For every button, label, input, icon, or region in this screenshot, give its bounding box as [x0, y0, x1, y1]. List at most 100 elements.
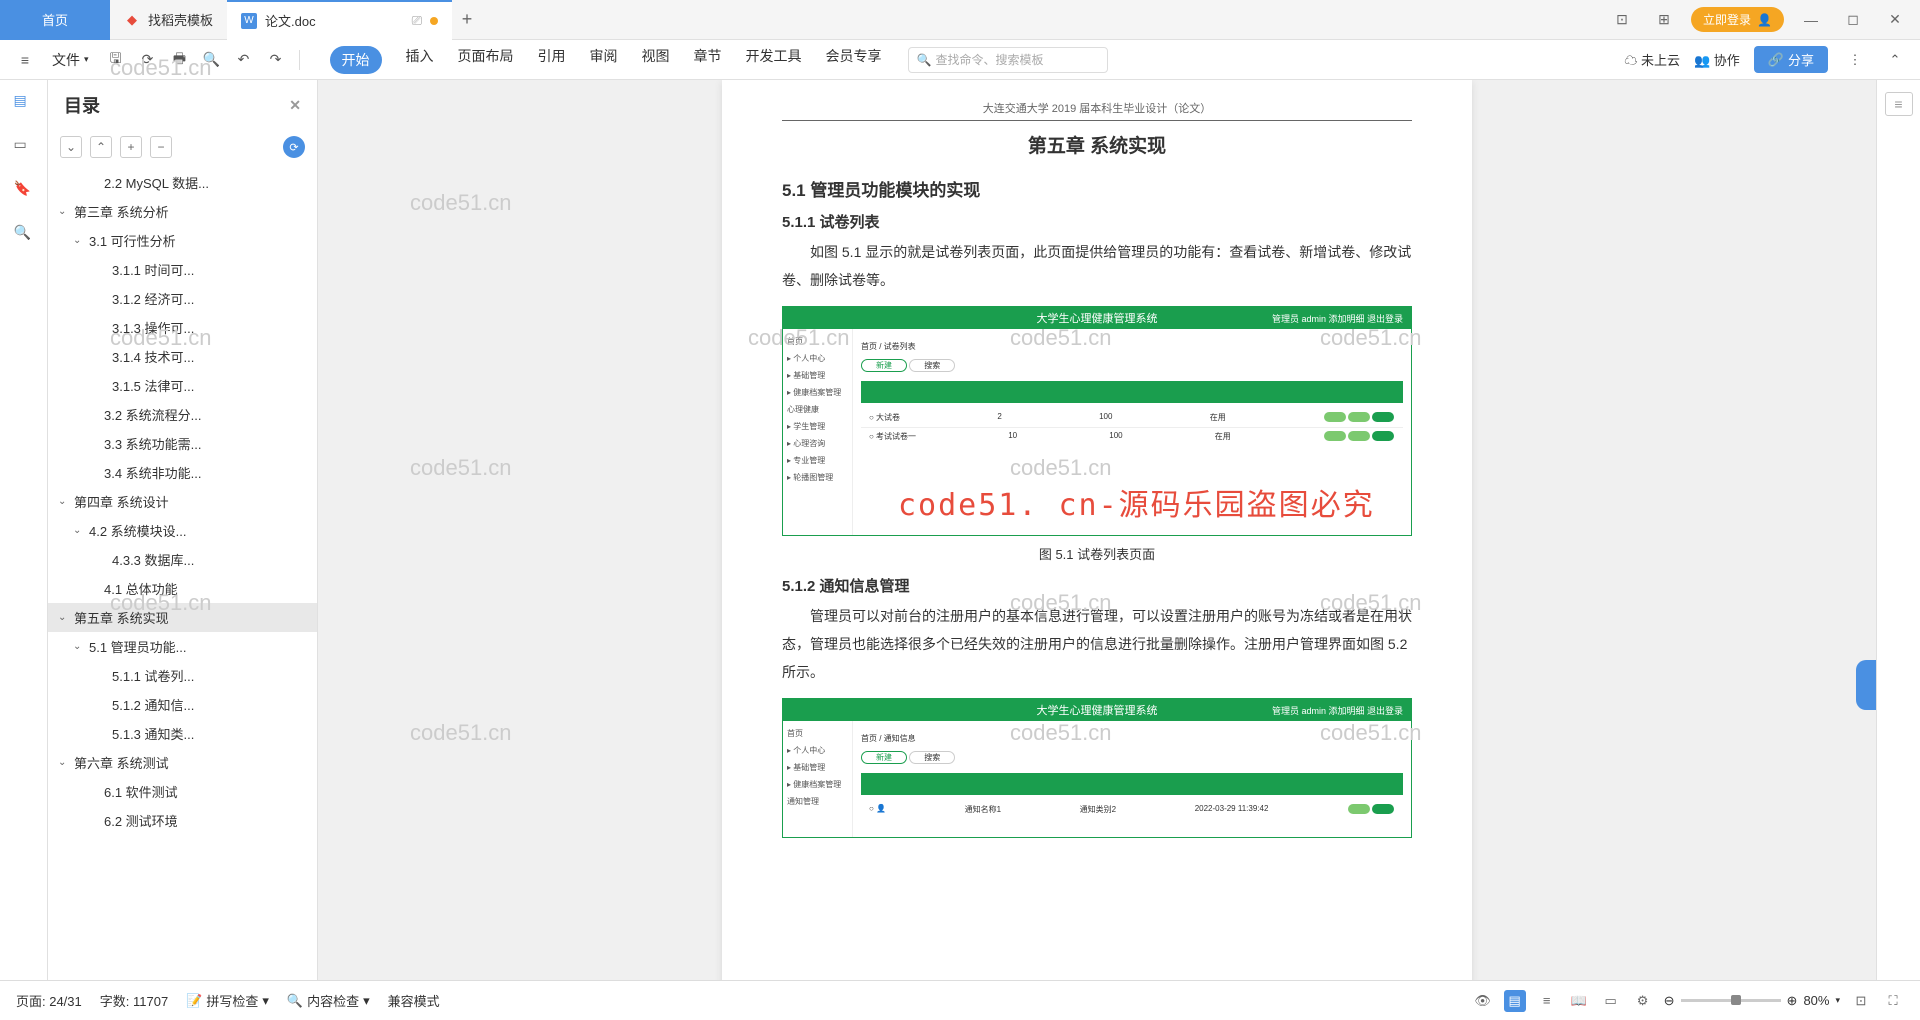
fit-width-icon[interactable]: ⊡: [1850, 990, 1872, 1012]
sync-button[interactable]: ⟳: [283, 136, 305, 158]
feedback-tab[interactable]: [1856, 660, 1876, 710]
add-item-button[interactable]: +: [120, 136, 142, 158]
more-icon[interactable]: ⋮: [1842, 47, 1868, 73]
panel-toggle-icon[interactable]: ≡: [1885, 92, 1913, 116]
outline-item[interactable]: 4.1 总体功能: [48, 574, 317, 603]
menu-chapter[interactable]: 章节: [694, 46, 722, 74]
user-icon: 👤: [1757, 13, 1772, 27]
undo-icon[interactable]: ↶: [231, 47, 257, 73]
paragraph: 如图 5.1 显示的就是试卷列表页面，此页面提供给管理员的功能有：查看试卷、新增…: [782, 238, 1412, 294]
share-button[interactable]: 🔗 分享: [1754, 46, 1828, 73]
outline-item[interactable]: 3.1.3 操作可...: [48, 313, 317, 342]
zoom-slider[interactable]: [1681, 999, 1781, 1002]
outline-item[interactable]: ⌄第四章 系统设计: [48, 487, 317, 516]
collapse-icon[interactable]: ⌃: [1882, 47, 1908, 73]
zoom-level[interactable]: 80%: [1803, 993, 1829, 1008]
sync-icon[interactable]: ⟳: [135, 47, 161, 73]
outline-item[interactable]: 4.3.3 数据库...: [48, 545, 317, 574]
outline-item[interactable]: 3.1.5 法律可...: [48, 371, 317, 400]
eye-icon[interactable]: 👁: [1472, 990, 1494, 1012]
compat-mode[interactable]: 兼容模式: [388, 991, 440, 1010]
bookmark-icon[interactable]: 🔖: [14, 180, 34, 200]
zoom-control[interactable]: ⊖ ⊕ 80%▾: [1664, 993, 1840, 1009]
menu-view[interactable]: 视图: [642, 46, 670, 74]
search-icon: 🔍: [917, 53, 932, 67]
outline-close-button[interactable]: ✕: [289, 97, 301, 114]
outline-item[interactable]: 2.2 MySQL 数据...: [48, 168, 317, 197]
tab-template[interactable]: ◆找稻壳模板: [110, 0, 227, 40]
page-view-icon[interactable]: ▤: [1504, 990, 1526, 1012]
outline-item[interactable]: 5.1.2 通知信...: [48, 690, 317, 719]
menu-dev[interactable]: 开发工具: [746, 46, 802, 74]
outline-title: 目录: [64, 92, 100, 118]
menu-icon[interactable]: ≡: [12, 47, 38, 73]
outline-item[interactable]: ⌄第三章 系统分析: [48, 197, 317, 226]
remove-item-button[interactable]: −: [150, 136, 172, 158]
preview-icon[interactable]: 🔍: [199, 47, 225, 73]
close-button[interactable]: ✕: [1880, 11, 1910, 28]
collab-button[interactable]: 👥 协作: [1694, 50, 1740, 69]
tab-home[interactable]: 首页: [0, 0, 110, 40]
save-icon[interactable]: 🖫: [103, 47, 129, 73]
print-icon[interactable]: 🖶: [167, 47, 193, 73]
outline-item[interactable]: 5.1.3 通知类...: [48, 719, 317, 748]
right-panel: ≡: [1876, 80, 1920, 980]
outline-mode-icon[interactable]: ▤: [14, 92, 34, 112]
outline-item[interactable]: 3.1.4 技术可...: [48, 342, 317, 371]
document-area[interactable]: 大连交通大学 2019 届本科生毕业设计（论文） 第五章 系统实现 5.1 管理…: [318, 80, 1876, 980]
outline-item[interactable]: ⌄第五章 系统实现: [48, 603, 317, 632]
expand-all-button[interactable]: ⌃: [90, 136, 112, 158]
collapse-all-button[interactable]: ⌄: [60, 136, 82, 158]
search-input[interactable]: 🔍查找命令、搜索模板: [908, 47, 1108, 73]
menu-layout[interactable]: 页面布局: [458, 46, 514, 74]
outline-list: 2.2 MySQL 数据...⌄第三章 系统分析⌄3.1 可行性分析3.1.1 …: [48, 164, 317, 980]
outline-item[interactable]: ⌄5.1 管理员功能...: [48, 632, 317, 661]
outline-item[interactable]: 6.2 测试环境: [48, 806, 317, 835]
outline-item[interactable]: 5.1.1 试卷列...: [48, 661, 317, 690]
zoom-out-button[interactable]: ⊖: [1664, 993, 1675, 1009]
menu-review[interactable]: 审阅: [590, 46, 618, 74]
redo-icon[interactable]: ↷: [263, 47, 289, 73]
page: 大连交通大学 2019 届本科生毕业设计（论文） 第五章 系统实现 5.1 管理…: [722, 80, 1472, 980]
outline-item[interactable]: 3.3 系统功能需...: [48, 429, 317, 458]
new-tab-button[interactable]: +: [452, 9, 482, 30]
paragraph: 管理员可以对前台的注册用户的基本信息进行管理，可以设置注册用户的账号为冻结或者是…: [782, 602, 1412, 686]
menu-start[interactable]: 开始: [330, 46, 382, 74]
figure-5-2: 大学生心理健康管理系统管理员 admin 添加明细 退出登录 首页▸ 个人中心▸…: [782, 698, 1412, 838]
outline-item[interactable]: ⌄4.2 系统模块设...: [48, 516, 317, 545]
outline-item[interactable]: 3.1.2 经济可...: [48, 284, 317, 313]
spellcheck-button[interactable]: 📝拼写检查 ▾: [186, 991, 269, 1010]
outline-item[interactable]: 3.2 系统流程分...: [48, 400, 317, 429]
content-check-button[interactable]: 🔍内容检查 ▾: [287, 991, 370, 1010]
menu-insert[interactable]: 插入: [406, 46, 434, 74]
cloud-status[interactable]: ☁ 未上云: [1624, 50, 1680, 69]
cast-icon[interactable]: ⎚: [412, 13, 422, 29]
outline-item[interactable]: 6.1 软件测试: [48, 777, 317, 806]
sidebar-icons: ▤ ▭ 🔖 🔍: [0, 80, 48, 980]
outline-item[interactable]: ⌄第六章 系统测试: [48, 748, 317, 777]
file-menu[interactable]: 文件 ▾: [44, 50, 97, 70]
outline-item[interactable]: 3.1.1 时间可...: [48, 255, 317, 284]
menu-ref[interactable]: 引用: [538, 46, 566, 74]
nav-icon[interactable]: ▭: [14, 136, 34, 156]
layout-icon[interactable]: ⊡: [1607, 11, 1637, 28]
outline-view-icon[interactable]: ≡: [1536, 990, 1558, 1012]
settings-icon[interactable]: ⚙: [1632, 990, 1654, 1012]
outline-item[interactable]: ⌄3.1 可行性分析: [48, 226, 317, 255]
fullscreen-icon[interactable]: ⛶: [1882, 990, 1904, 1012]
minimize-button[interactable]: —: [1796, 12, 1826, 28]
zoom-in-button[interactable]: ⊕: [1787, 993, 1798, 1009]
toolbar: ≡ 文件 ▾ 🖫 ⟳ 🖶 🔍 ↶ ↷ 开始 插入 页面布局 引用 审阅 视图 章…: [0, 40, 1920, 80]
menu-member[interactable]: 会员专享: [826, 46, 882, 74]
maximize-button[interactable]: ◻: [1838, 11, 1868, 28]
tab-doc[interactable]: W论文.doc⎚: [227, 0, 452, 40]
page-indicator[interactable]: 页面: 24/31: [16, 991, 82, 1010]
login-button[interactable]: 立即登录👤: [1691, 7, 1784, 32]
outline-item[interactable]: 3.4 系统非功能...: [48, 458, 317, 487]
page-header: 大连交通大学 2019 届本科生毕业设计（论文）: [782, 100, 1412, 121]
find-icon[interactable]: 🔍: [14, 224, 34, 244]
read-view-icon[interactable]: 📖: [1568, 990, 1590, 1012]
word-count[interactable]: 字数: 11707: [100, 991, 168, 1010]
apps-icon[interactable]: ⊞: [1649, 11, 1679, 28]
web-view-icon[interactable]: ▭: [1600, 990, 1622, 1012]
